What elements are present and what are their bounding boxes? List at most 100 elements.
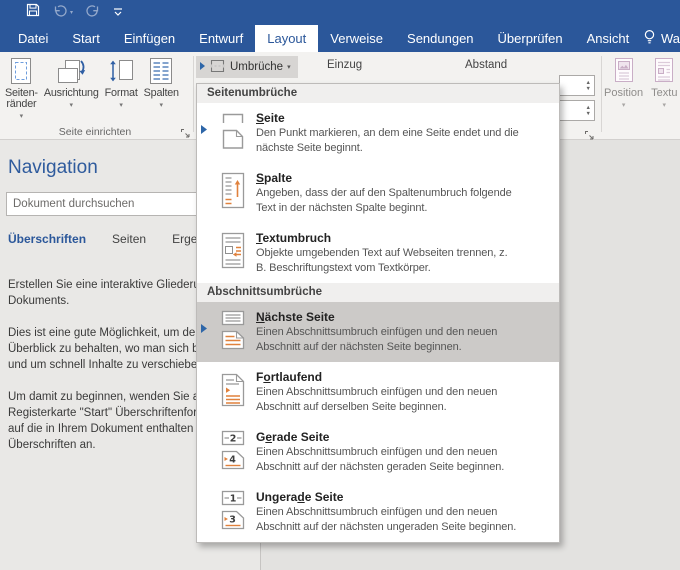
arrange-buttons: Position ▾ Textu ▾	[604, 56, 677, 109]
margins-icon	[6, 56, 36, 86]
page-setup-dialog-launcher[interactable]	[180, 126, 191, 138]
button-label: Format	[104, 87, 138, 99]
spinner-down-icon[interactable]: ▼	[586, 86, 591, 92]
menu-item-description: Einen Abschnittsumbruch einfügen und den…	[256, 386, 498, 413]
menu-item-title: Spalte	[256, 171, 293, 185]
breaks-icon	[209, 58, 226, 77]
button-label: Seiten-ränder	[5, 87, 38, 110]
titlebar: ▾	[0, 0, 680, 25]
textumbruch-button[interactable]: Textu ▾	[651, 56, 677, 109]
undo-button[interactable]: ▾	[53, 4, 73, 22]
menu-item-spalte[interactable]: Spalte Angeben, dass der auf den Spaltenu…	[197, 163, 559, 223]
chevron-down-icon: ▾	[119, 102, 123, 109]
chevron-down-icon: ▾	[69, 102, 73, 109]
menu-item-textumbruch[interactable]: Textumbruch Objekte umgebenden Text auf W…	[197, 223, 559, 283]
chevron-down-icon: ▾	[662, 102, 667, 109]
svg-text:2: 2	[230, 434, 237, 445]
nav-tab-ueberschriften[interactable]: Überschriften	[8, 232, 86, 246]
undo-icon	[53, 4, 68, 22]
menu-item-text: Fortlaufend Einen Abschnittsumbruch einfü…	[256, 369, 555, 415]
ribbon-tabs: Datei Start Einfügen Entwurf Layout Verweise S…	[0, 25, 680, 52]
menu-item-text: Spalte Angeben, dass der auf den Spaltenu…	[256, 170, 555, 216]
word-window: ▾ Datei Start Einfügen Entwurf Layout Verweis…	[0, 0, 680, 570]
customize-quick-access-icon	[113, 4, 123, 22]
tab-layout[interactable]: Layout	[255, 25, 319, 52]
nav-tab-seiten[interactable]: Seiten	[112, 232, 146, 246]
menu-section-header-seitenumbrueche: Seitenumbrüche	[197, 84, 559, 103]
menu-item-title: Ungerade Seite	[256, 490, 344, 504]
menu-item-text: Textumbruch Objekte umgebenden Text auf W…	[256, 230, 555, 276]
quick-access-toolbar: ▾	[26, 3, 123, 22]
button-label: Ausrichtung	[43, 87, 99, 99]
paragraph-dialog-launcher[interactable]	[584, 128, 595, 140]
undo-dropdown-arrow: ▾	[70, 10, 74, 16]
tab-sendungen[interactable]: Sendungen	[395, 25, 486, 52]
seitenraender-button[interactable]: Seiten-ränder ▾	[2, 56, 41, 120]
menu-item-fortlaufend[interactable]: Fortlaufend Einen Abschnittsumbruch einfü…	[197, 362, 559, 422]
menu-item-naechste-seite[interactable]: Nächste Seite Einen Abschnittsumbruch ein…	[197, 302, 559, 362]
umbrueche-button[interactable]: Umbrüche ▾	[196, 56, 298, 78]
menu-item-ungerade-seite[interactable]: 1 3 Ungerade Seite Einen Abschnittsumbruch …	[197, 482, 559, 542]
menu-item-description: Den Punkt markieren, an dem eine Seite e…	[256, 127, 519, 154]
navigation-pane-title: Navigation	[8, 157, 98, 178]
page-break-icon	[210, 110, 256, 152]
tab-ansicht[interactable]: Ansicht	[575, 25, 642, 52]
orientation-icon	[55, 56, 87, 86]
menu-item-text: Gerade Seite Einen Abschnittsumbruch einf…	[256, 429, 555, 475]
abstand-label: Abstand	[465, 59, 508, 71]
menu-item-seite[interactable]: Seite Den Punkt markieren, an dem eine Se…	[197, 103, 559, 163]
spinner-down-icon[interactable]: ▼	[586, 111, 591, 117]
button-label: Spalten	[143, 87, 179, 99]
even-page-icon: 24	[210, 429, 256, 471]
group-divider	[193, 56, 194, 132]
position-button[interactable]: Position ▾	[604, 56, 643, 109]
umbrueche-button-label: Umbrüche	[230, 61, 284, 73]
tell-me-box[interactable]: Wa	[643, 25, 680, 52]
menu-item-description: Einen Abschnittsumbruch einfügen und den…	[256, 506, 517, 533]
menu-item-text: Ungerade Seite Einen Abschnittsumbruch ei…	[256, 489, 555, 535]
ausrichtung-button[interactable]: Ausrichtung ▾	[41, 56, 102, 120]
svg-text:1: 1	[230, 494, 237, 505]
redo-button[interactable]	[86, 4, 100, 22]
tab-ueberpruefen[interactable]: Überprüfen	[486, 25, 575, 52]
menu-section-header-abschnittsumbrueche: Abschnittsumbrüche	[197, 283, 559, 302]
spalten-button[interactable]: Spalten ▾	[141, 56, 182, 120]
format-button[interactable]: Format ▾	[102, 56, 141, 120]
menu-item-gerade-seite[interactable]: 2 4 Gerade Seite Einen Abschnittsumbruch ei…	[197, 422, 559, 482]
group-label-seite-einrichten: Seite einrichten	[58, 126, 132, 138]
tell-me-label: Wa	[660, 31, 680, 46]
save-button[interactable]	[26, 3, 40, 22]
menu-item-title: Gerade Seite	[256, 430, 330, 444]
spacing-spinner-field[interactable]: ▲ ▼	[559, 100, 595, 121]
tab-entwurf[interactable]: Entwurf	[187, 25, 255, 52]
columns-icon	[146, 56, 176, 86]
menu-item-text: Nächste Seite Einen Abschnittsumbruch ein…	[256, 309, 555, 355]
wraptext-icon	[651, 56, 677, 84]
chevron-down-icon: ▾	[621, 102, 626, 109]
einzug-label: Einzug	[327, 59, 363, 71]
size-icon	[106, 56, 136, 86]
save-icon	[26, 3, 40, 22]
customize-quick-access-toolbar-button[interactable]	[113, 4, 123, 22]
menu-item-title: Nächste Seite	[256, 310, 335, 324]
svg-text:3: 3	[229, 515, 236, 526]
chevron-down-icon: ▾	[159, 102, 164, 109]
tab-start[interactable]: Start	[60, 25, 111, 52]
tab-verweise[interactable]: Verweise	[318, 25, 395, 52]
menu-item-title: Seite	[256, 111, 285, 125]
tab-einfuegen[interactable]: Einfügen	[112, 25, 187, 52]
chevron-down-icon: ▾	[19, 113, 24, 120]
breaks-dropdown-menu: Seitenumbrüche Seite Den Punkt markieren, …	[196, 83, 560, 543]
redo-icon	[86, 4, 100, 22]
menu-item-description: Einen Abschnittsumbruch einfügen und den…	[256, 326, 498, 353]
svg-text:4: 4	[229, 455, 236, 466]
button-label: Textu	[651, 87, 678, 99]
tab-datei[interactable]: Datei	[6, 25, 60, 52]
menu-item-text: Seite Den Punkt markieren, an dem eine Se…	[256, 110, 555, 156]
position-icon	[611, 56, 637, 84]
indent-spinner-field[interactable]: ▲ ▼	[559, 75, 595, 96]
break-marker-icon	[197, 324, 210, 333]
ribbon-tab-bar: Datei Start Einfügen Entwurf Layout Verweise S…	[0, 25, 680, 52]
menu-item-description: Angeben, dass der auf den Spaltenumbruch…	[256, 187, 512, 214]
group-divider	[601, 56, 602, 132]
